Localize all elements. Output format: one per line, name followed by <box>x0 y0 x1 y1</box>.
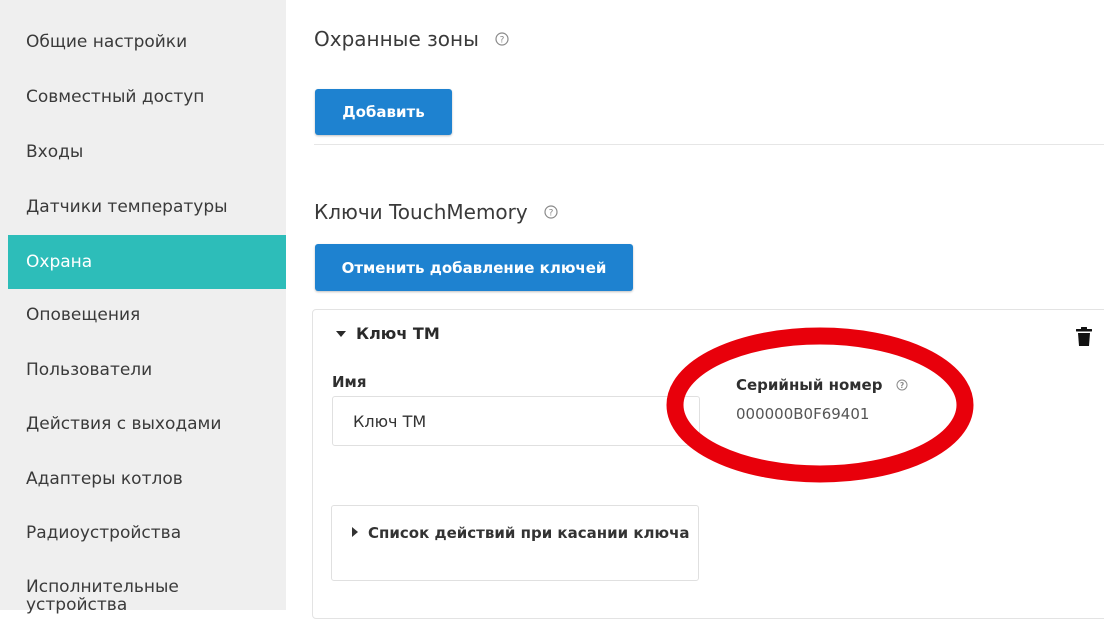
sidebar-item-label: Охрана <box>26 252 93 272</box>
key-card-title: Ключ ТМ <box>356 324 440 343</box>
key-name-value: Ключ ТМ <box>353 411 427 431</box>
sidebar-item-sharing[interactable]: Совместный доступ <box>8 70 286 124</box>
sidebar-item-label: Входы <box>26 142 84 162</box>
key-name-input[interactable]: Ключ ТМ <box>332 396 700 446</box>
sidebar-item-security[interactable]: Охрана <box>8 235 286 289</box>
touch-actions-label: Список действий при касании ключа <box>368 524 690 542</box>
sidebar-item-radio-devices[interactable]: Радиоустройства <box>8 506 286 560</box>
sidebar-item-label: Адаптеры котлов <box>26 469 183 489</box>
sidebar-item-inputs[interactable]: Входы <box>8 125 286 179</box>
keys-title: Ключи TouchMemory <box>314 200 528 224</box>
caret-right-icon <box>351 522 358 543</box>
zones-title: Охранные зоны <box>314 27 479 51</box>
serial-label-row: Серийный номер ? <box>736 376 908 394</box>
sidebar-item-boiler-adapters[interactable]: Адаптеры котлов <box>8 452 286 506</box>
help-icon[interactable]: ? <box>495 32 509 46</box>
sidebar-item-actuators[interactable]: Исполнительные устройства <box>8 566 208 620</box>
help-icon[interactable]: ? <box>544 205 558 219</box>
sidebar-item-label: Общие настройки <box>26 32 188 52</box>
sidebar-item-temperature-sensors[interactable]: Датчики температуры <box>8 180 286 234</box>
sidebar-item-label: Исполнительные устройства <box>26 577 179 615</box>
sidebar-item-output-actions[interactable]: Действия с выходами <box>8 397 286 451</box>
zones-section-title: Охранные зоны ? <box>314 27 509 51</box>
sidebar-item-users[interactable]: Пользователи <box>8 343 286 397</box>
add-zone-button[interactable]: Добавить <box>315 89 452 135</box>
serial-number-value: 000000B0F69401 <box>736 405 870 423</box>
sidebar-item-label: Совместный доступ <box>26 87 205 107</box>
help-icon[interactable]: ? <box>896 379 908 391</box>
trash-icon[interactable] <box>1075 327 1093 351</box>
key-card-header[interactable]: Ключ ТМ <box>336 324 440 343</box>
sidebar-item-label: Оповещения <box>26 305 141 325</box>
svg-text:?: ? <box>548 209 553 219</box>
touch-actions-list[interactable]: Список действий при касании ключа <box>331 505 699 581</box>
cancel-add-keys-button-label: Отменить добавление ключей <box>341 258 607 277</box>
caret-down-icon <box>336 330 346 338</box>
cancel-add-keys-button[interactable]: Отменить добавление ключей <box>315 244 633 291</box>
add-zone-button-label: Добавить <box>342 103 425 121</box>
name-label: Имя <box>332 373 367 391</box>
svg-text:?: ? <box>499 36 504 46</box>
svg-text:?: ? <box>900 381 904 390</box>
serial-label: Серийный номер <box>736 376 883 394</box>
keys-section-title: Ключи TouchMemory ? <box>314 200 558 224</box>
divider <box>314 144 1104 145</box>
sidebar-item-label: Действия с выходами <box>26 414 222 434</box>
sidebar-item-notifications[interactable]: Оповещения <box>8 288 286 342</box>
sidebar-item-general[interactable]: Общие настройки <box>8 15 286 69</box>
sidebar-item-label: Пользователи <box>26 360 153 380</box>
sidebar: Общие настройки Совместный доступ Входы … <box>0 0 286 614</box>
sidebar-item-label: Датчики температуры <box>26 197 228 217</box>
sidebar-item-label: Радиоустройства <box>26 523 182 543</box>
